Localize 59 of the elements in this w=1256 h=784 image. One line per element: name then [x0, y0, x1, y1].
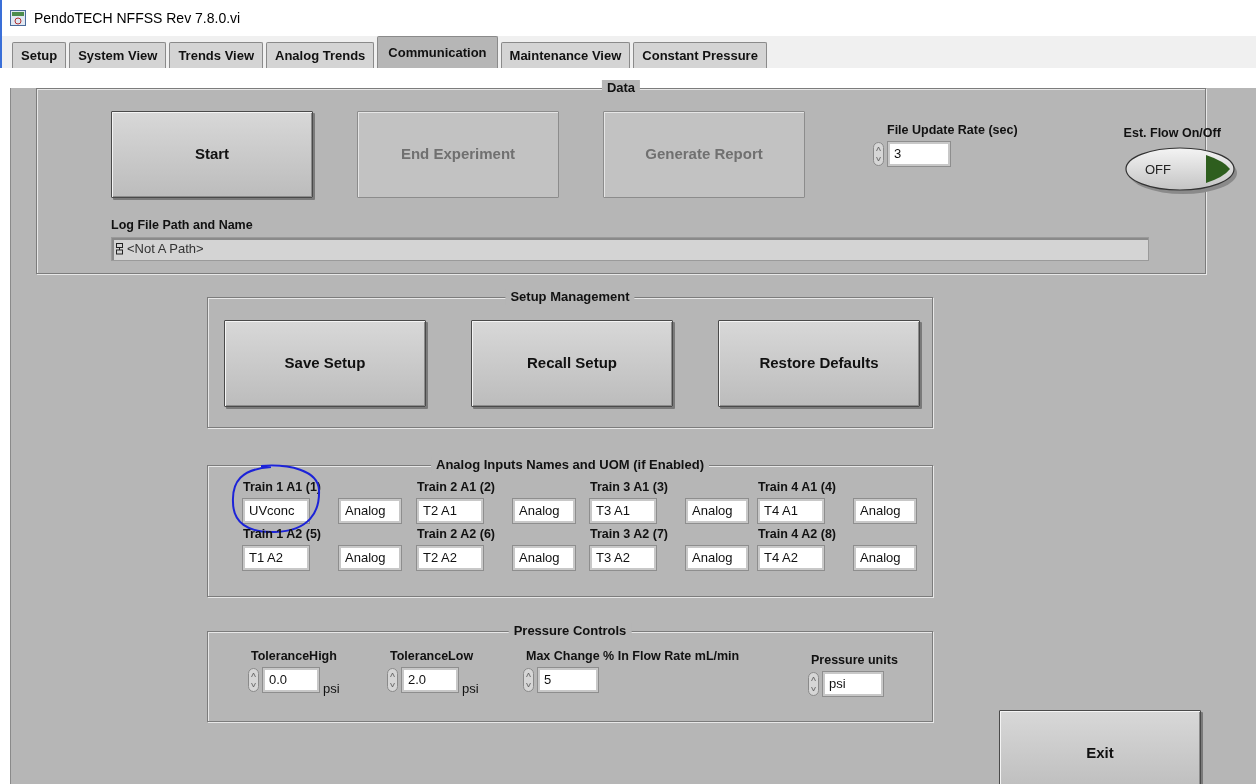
- text-field[interactable]: Analog: [686, 499, 748, 523]
- text-field[interactable]: T2 A1: [417, 499, 483, 523]
- app-icon: [10, 10, 26, 26]
- tab[interactable]: Constant Pressure: [633, 42, 767, 68]
- tab[interactable]: Communication: [377, 36, 498, 68]
- text-field[interactable]: T2 A2: [417, 546, 483, 570]
- tab[interactable]: Trends View: [169, 42, 264, 68]
- text-field[interactable]: T3 A1: [590, 499, 656, 523]
- panel-button[interactable]: Save Setup: [224, 320, 426, 407]
- text-field[interactable]: Analog: [513, 499, 575, 523]
- tab[interactable]: Setup: [12, 42, 67, 68]
- text-field[interactable]: T4 A2: [758, 546, 824, 570]
- tab[interactable]: Analog Trends: [266, 42, 375, 68]
- field-label: Max Change % In Flow Rate mL/min: [526, 649, 741, 664]
- text-field[interactable]: T1 A2: [243, 546, 309, 570]
- toggle-label: Est. Flow On/Off: [1123, 126, 1222, 141]
- text-field[interactable]: T4 A1: [758, 499, 824, 523]
- field-label: Train 4 A1 (4): [758, 480, 838, 495]
- number-field[interactable]: 3: [888, 142, 950, 166]
- text-field[interactable]: UVconc: [243, 499, 309, 523]
- panel-button[interactable]: Restore Defaults: [718, 320, 920, 407]
- field-label: ToleranceHigh: [251, 649, 338, 664]
- field-label: Train 3 A1 (3): [590, 480, 670, 495]
- field-label: Train 2 A1 (2): [417, 480, 497, 495]
- window-title: PendoTECH NFFSS Rev 7.8.0.vi: [34, 8, 241, 28]
- field-label: Log File Path and Name: [111, 218, 254, 233]
- number-field[interactable]: 5: [538, 668, 598, 692]
- field-label: Pressure units: [811, 653, 899, 668]
- exit-button[interactable]: Exit: [999, 710, 1201, 784]
- group-title: Setup Management: [505, 289, 635, 305]
- spinner-arrows[interactable]: [248, 668, 259, 692]
- unit-label: psi: [462, 679, 479, 698]
- spinner-arrows[interactable]: [808, 672, 819, 696]
- field-label: Train 2 A2 (6): [417, 527, 497, 542]
- text-field[interactable]: T3 A2: [590, 546, 656, 570]
- field-label: ToleranceLow: [390, 649, 475, 664]
- number-field[interactable]: 2.0: [402, 668, 458, 692]
- text-field[interactable]: Analog: [854, 546, 916, 570]
- spinner-arrows[interactable]: [523, 668, 534, 692]
- number-field[interactable]: 0.0: [263, 668, 319, 692]
- spinner-arrows[interactable]: [387, 668, 398, 692]
- text-field[interactable]: Analog: [339, 546, 401, 570]
- group-title: Analog Inputs Names and UOM (if Enabled): [431, 457, 709, 473]
- text-field[interactable]: Analog: [854, 499, 916, 523]
- spinner-arrows[interactable]: [873, 142, 884, 166]
- panel-button[interactable]: Recall Setup: [471, 320, 673, 407]
- path-field[interactable]: <Not A Path>: [111, 237, 1149, 261]
- field-label: File Update Rate (sec): [887, 123, 1018, 138]
- unit-label: psi: [323, 679, 340, 698]
- text-field[interactable]: Analog: [686, 546, 748, 570]
- tab[interactable]: System View: [69, 42, 167, 68]
- panel-button[interactable]: Start: [111, 111, 313, 198]
- tab[interactable]: Maintenance View: [500, 42, 631, 68]
- number-field[interactable]: psi: [823, 672, 883, 696]
- text-field[interactable]: Analog: [339, 499, 401, 523]
- path-icon: [116, 243, 123, 255]
- field-label: Train 4 A2 (8): [758, 527, 838, 542]
- field-label: Train 3 A2 (7): [590, 527, 670, 542]
- text-field[interactable]: Analog: [513, 546, 575, 570]
